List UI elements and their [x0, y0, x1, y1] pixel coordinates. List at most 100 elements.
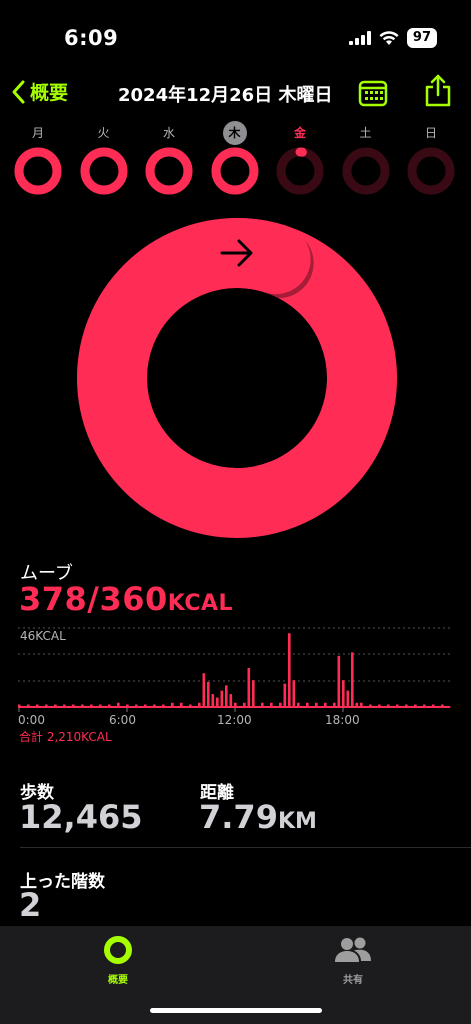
week-day-label: 金	[293, 126, 306, 140]
chart-bar	[360, 702, 363, 708]
cellular-signal-icon	[348, 31, 371, 45]
back-button[interactable]: 概要	[10, 78, 68, 105]
chart-bar	[315, 702, 318, 708]
week-day-ring[interactable]	[406, 146, 456, 196]
week-day-ring[interactable]	[341, 146, 391, 196]
chart-bar	[153, 704, 156, 708]
week-day-ring-track	[342, 147, 389, 195]
chart-ymax-label: 46KCAL	[20, 629, 66, 643]
chart-bar	[378, 704, 381, 708]
chart-bar	[72, 704, 75, 708]
week-day-ring-progress	[14, 147, 62, 195]
chart-x-tick-label: 0:00	[18, 713, 45, 727]
chart-bar	[243, 702, 246, 708]
chart-bar	[324, 702, 327, 708]
distance-value: 7.79KM	[199, 798, 317, 836]
steps-value: 12,465	[19, 798, 143, 836]
week-day-label: 火	[97, 126, 110, 140]
chart-bar	[202, 673, 206, 708]
status-icons: 97	[348, 28, 437, 48]
chart-bar	[414, 704, 417, 708]
chart-bar	[288, 633, 291, 708]
week-day-ring-progress	[145, 147, 193, 195]
chart-bar	[135, 704, 138, 708]
chart-bar	[346, 690, 350, 708]
week-day-ring[interactable]	[13, 146, 63, 196]
chart-bar	[144, 704, 147, 708]
chart-bar	[387, 704, 390, 708]
chart-bar	[283, 683, 287, 708]
week-day-ring[interactable]	[210, 146, 260, 196]
chart-bar	[225, 685, 228, 708]
people-icon	[335, 937, 371, 962]
chevron-left-icon	[12, 80, 25, 103]
week-day-label: 月	[31, 126, 44, 140]
chart-bar	[333, 702, 336, 708]
move-hourly-chart: 46KCAL 0:00 6:00 12:00 18:00 合計 2,210KCAL	[18, 627, 451, 744]
chart-bar	[247, 668, 251, 708]
share-button[interactable]	[423, 74, 453, 108]
chart-bar	[108, 704, 111, 708]
chart-bar	[441, 704, 444, 708]
page-title: 2024年12月26日 木曜日	[118, 85, 333, 106]
floors-value: 2	[19, 886, 42, 924]
chart-bar	[351, 652, 354, 708]
chart-bar	[369, 704, 372, 708]
tab-sharing-label: 共有	[343, 975, 363, 986]
tab-summary[interactable]: 概要	[58, 935, 178, 986]
chart-bar	[297, 702, 300, 708]
calendar-button[interactable]	[358, 78, 388, 108]
chart-bar	[211, 694, 215, 708]
week-day-ring-progress	[211, 147, 258, 195]
activity-ring-icon	[104, 936, 132, 964]
chart-bar	[423, 704, 426, 708]
tab-sharing[interactable]: 共有	[293, 935, 413, 986]
chart-bar	[292, 680, 296, 708]
chart-bar	[396, 704, 399, 708]
chart-bar	[189, 704, 192, 708]
chart-bar	[99, 704, 102, 708]
chart-bar	[45, 704, 48, 708]
chart-bar	[90, 704, 93, 708]
chart-bar	[81, 704, 84, 708]
week-day-label: 水	[162, 126, 175, 140]
chart-bar	[234, 702, 237, 708]
chart-x-ticks: 0:00 6:00 12:00 18:00	[18, 708, 360, 727]
divider	[20, 847, 471, 848]
week-day-ring[interactable]	[79, 146, 129, 196]
back-label: 概要	[30, 82, 69, 104]
chart-grid	[18, 627, 450, 682]
week-day-ring-track	[276, 147, 324, 195]
chart-bar	[342, 680, 345, 708]
chart-x-tick-label: 6:00	[109, 713, 136, 727]
battery-level: 97	[406, 28, 437, 48]
move-value-number: 378/360	[19, 580, 168, 618]
move-value: 378/360KCAL	[19, 580, 233, 618]
chart-x-tick-label: 12:00	[217, 713, 252, 727]
week-day-ring[interactable]	[144, 146, 194, 196]
week-day-ring-progress	[80, 147, 127, 195]
chart-bar	[229, 694, 233, 708]
chart-bar	[162, 704, 165, 708]
move-ring	[77, 218, 397, 538]
chart-bar	[27, 704, 30, 708]
wifi-icon	[379, 30, 399, 45]
week-day-label: 日	[424, 126, 437, 140]
chart-baseline-dot	[448, 706, 451, 708]
chart-bars	[18, 633, 451, 708]
status-time: 6:09	[64, 26, 119, 50]
chart-bar	[337, 655, 341, 708]
week-day-label: 土	[359, 126, 372, 140]
week-day-label: 木	[222, 121, 247, 145]
move-value-unit: KCAL	[167, 591, 234, 616]
chart-bar	[270, 702, 273, 708]
chart-bar	[216, 697, 219, 708]
chart-x-tick-label: 18:00	[325, 713, 360, 727]
move-ring-end	[240, 224, 311, 295]
chart-bar	[306, 702, 309, 708]
chart-bar	[18, 704, 21, 708]
distance-value-unit: KM	[277, 809, 317, 834]
chart-bar	[180, 702, 183, 708]
week-day-ring[interactable]	[275, 146, 325, 196]
chart-bar	[261, 702, 264, 708]
